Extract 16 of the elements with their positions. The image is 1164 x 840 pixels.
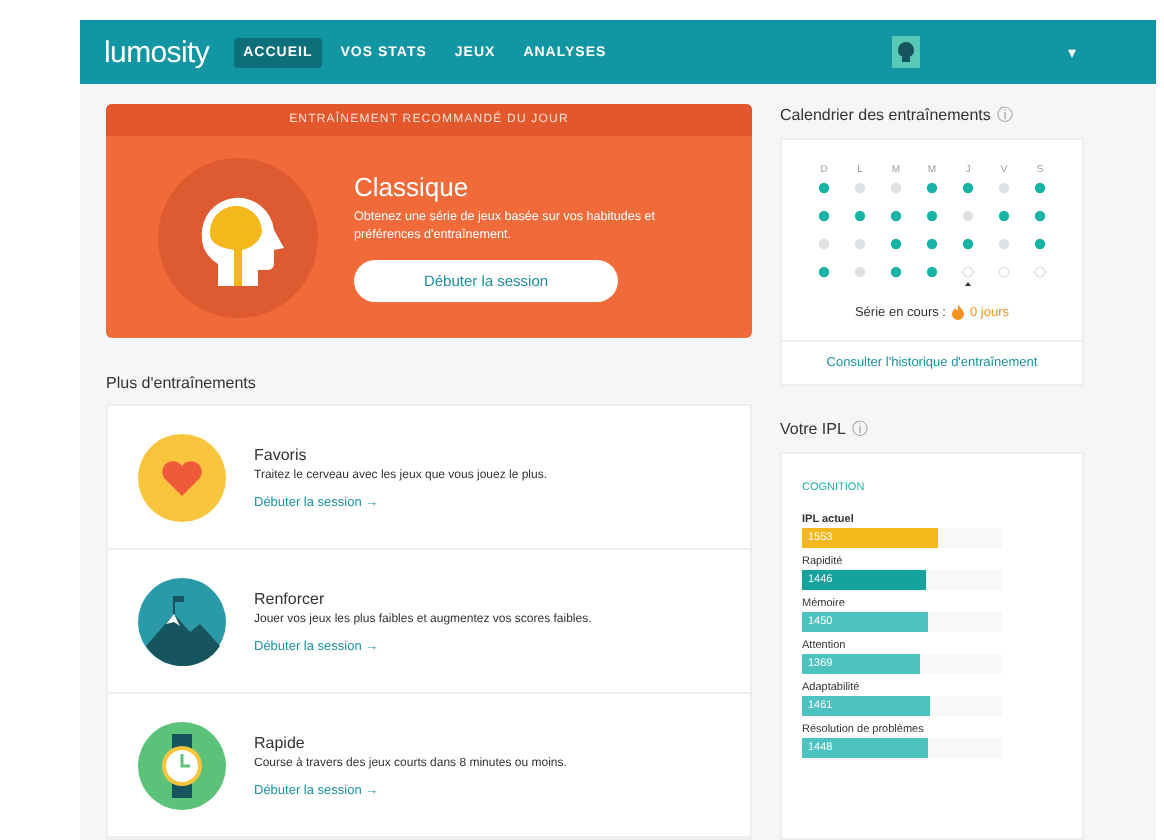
workout-title: Renforcer bbox=[254, 589, 327, 607]
section-title: Calendrier des entraînements bbox=[780, 106, 991, 124]
section-title: Plus d'entraînements bbox=[106, 374, 258, 392]
section-title: Votre IPL bbox=[780, 420, 846, 438]
info-icon[interactable]: ⓘ bbox=[996, 104, 1013, 126]
info-icon[interactable]: ⓘ bbox=[851, 418, 868, 440]
avatar[interactable] bbox=[892, 36, 920, 68]
logo[interactable]: lumosity bbox=[104, 35, 210, 69]
mountain-flag-icon bbox=[138, 577, 226, 665]
workout-title: Rapide bbox=[254, 733, 307, 751]
recommended-title: Classique bbox=[354, 171, 471, 202]
caret-icon[interactable]: ▾ bbox=[1068, 43, 1076, 61]
workout-title: Favoris bbox=[254, 445, 309, 463]
flame-icon bbox=[952, 304, 964, 320]
watch-icon bbox=[138, 721, 226, 809]
head-brain-icon bbox=[158, 157, 318, 317]
